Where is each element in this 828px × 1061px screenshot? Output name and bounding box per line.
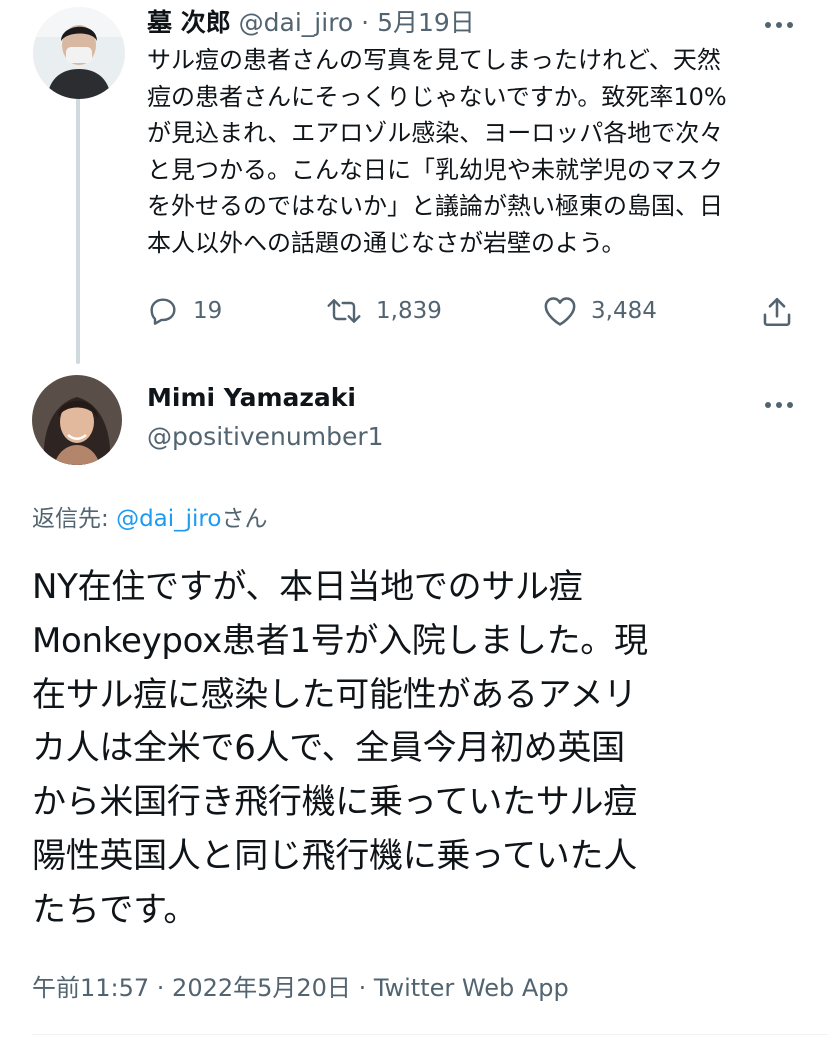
avatar-image (33, 7, 125, 99)
tweet-text: サル痘の患者さんの写真を見てしまったけれど、天然 痘の患者さんにそっくりじゃない… (147, 46, 727, 257)
tweet-header: 墓 次郎 @dai_jiro · 5月19日 (147, 6, 475, 40)
retweet-count: 1,839 (376, 298, 442, 324)
share-button[interactable] (760, 295, 794, 329)
author-name[interactable]: Mimi Yamazaki (147, 381, 356, 415)
thread-connector-line (76, 92, 80, 364)
author-name[interactable]: 墓 次郎 (147, 8, 231, 37)
heart-icon (543, 295, 577, 327)
reply-button[interactable]: 19 (147, 295, 222, 327)
share-icon (760, 295, 794, 329)
avatar[interactable] (33, 7, 125, 99)
divider (32, 1034, 828, 1035)
meta-separator: · (353, 8, 378, 37)
reply-suffix: さん (221, 506, 268, 532)
tweet-timestamp[interactable]: 午前11:57 · 2022年5月20日 · Twitter Web App (32, 970, 569, 1006)
like-button[interactable]: 3,484 (543, 295, 657, 327)
avatar[interactable] (32, 375, 122, 465)
tweet-text: NY在住ですが、本日当地でのサル痘 Monkeypox患者1号が入院しました。現… (32, 567, 648, 930)
author-handle[interactable]: @positivenumber1 (147, 420, 384, 454)
like-count: 3,484 (591, 298, 657, 324)
reply-to-line: 返信先: @dai_jiroさん (32, 502, 267, 536)
retweet-icon (326, 295, 362, 327)
reply-prefix: 返信先: (32, 506, 117, 532)
tweet-date[interactable]: 5月19日 (377, 8, 475, 37)
author-handle[interactable]: @dai_jiro (239, 8, 354, 37)
more-icon[interactable] (764, 15, 794, 28)
avatar-image (32, 375, 122, 465)
more-icon[interactable] (764, 395, 794, 408)
reply-icon (147, 295, 179, 327)
reply-to-link[interactable]: @dai_jiro (116, 506, 221, 532)
reply-count: 19 (193, 298, 223, 324)
retweet-button[interactable]: 1,839 (326, 295, 442, 327)
